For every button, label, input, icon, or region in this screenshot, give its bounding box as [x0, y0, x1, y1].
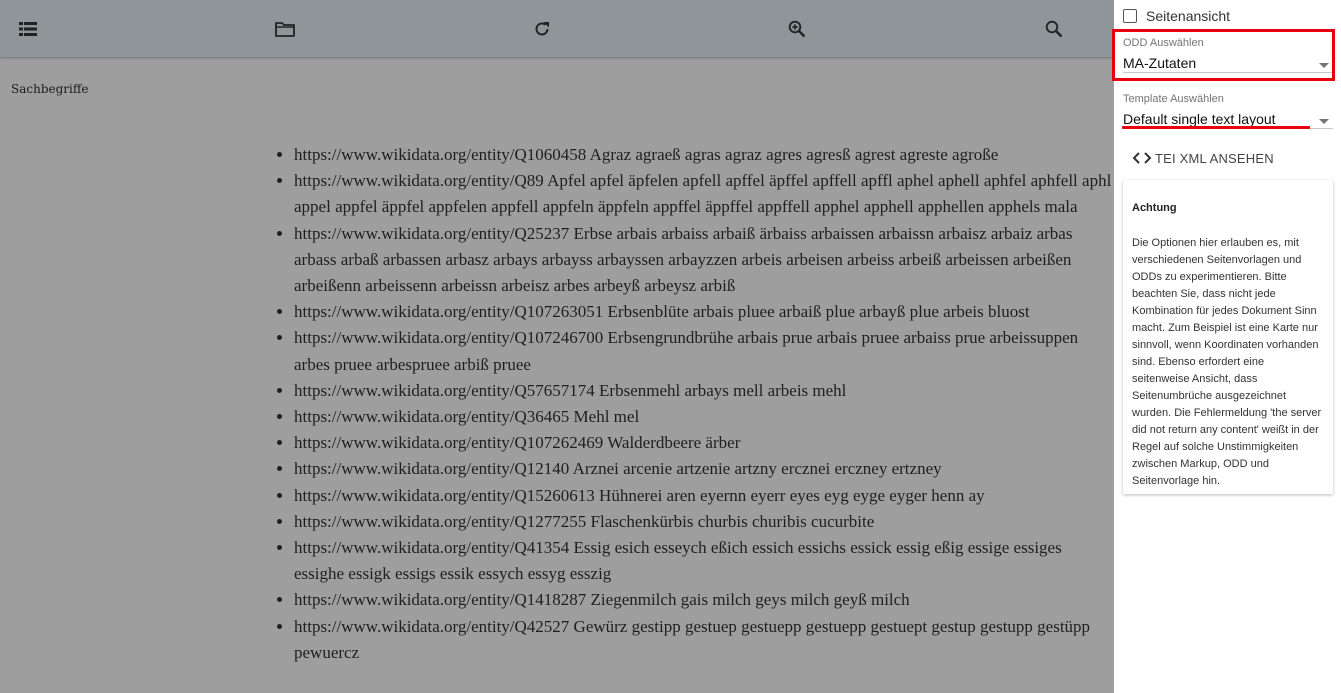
- template-highlight-underline: [1122, 126, 1310, 129]
- dropdown-arrow-icon: [1319, 119, 1329, 124]
- list-item: https://www.wikidata.org/entity/Q41354 E…: [294, 535, 1112, 587]
- toolbar: [0, 0, 1114, 57]
- template-select[interactable]: Template Auswählen Default single text l…: [1123, 93, 1333, 129]
- list-item: https://www.wikidata.org/entity/Q1060458…: [294, 142, 1112, 168]
- view-tei-xml-label: TEI XML ANSEHEN: [1155, 150, 1274, 166]
- list-item: https://www.wikidata.org/entity/Q25237 E…: [294, 221, 1112, 300]
- settings-sidebar: Seitenansicht ODD Auswählen MA-Zutaten T…: [1114, 0, 1341, 693]
- zoom-in-icon[interactable]: [782, 14, 812, 44]
- list-item: https://www.wikidata.org/entity/Q5765717…: [294, 378, 1112, 404]
- list-item: https://www.wikidata.org/entity/Q89 Apfe…: [294, 168, 1112, 220]
- search-icon[interactable]: [1039, 14, 1069, 44]
- list-item: https://www.wikidata.org/entity/Q1277255…: [294, 509, 1112, 535]
- document-view: Sachbegriffe https://www.wikidata.org/en…: [0, 0, 1114, 693]
- list-item: https://www.wikidata.org/entity/Q1526061…: [294, 483, 1112, 509]
- view-tei-xml-button[interactable]: TEI XML ANSEHEN: [1132, 147, 1274, 169]
- notice-card: Achtung Die Optionen hier erlauben es, m…: [1123, 180, 1333, 494]
- term-list: https://www.wikidata.org/entity/Q1060458…: [270, 142, 1112, 666]
- template-select-label: Template Auswählen: [1123, 93, 1224, 105]
- list-item: https://www.wikidata.org/entity/Q1072630…: [294, 299, 1112, 325]
- list-item: https://www.wikidata.org/entity/Q1072624…: [294, 430, 1112, 456]
- list-item: https://www.wikidata.org/entity/Q36465 M…: [294, 404, 1112, 430]
- menu-list-icon[interactable]: [13, 14, 43, 44]
- page-view-checkbox[interactable]: [1123, 9, 1137, 23]
- section-title: Sachbegriffe: [11, 82, 89, 96]
- template-select-value: Default single text layout: [1123, 111, 1276, 127]
- folder-icon[interactable]: [270, 14, 300, 44]
- reload-icon[interactable]: [527, 14, 557, 44]
- list-item: https://www.wikidata.org/entity/Q12140 A…: [294, 456, 1112, 482]
- notice-body: Die Optionen hier erlauben es, mit versc…: [1132, 237, 1322, 487]
- list-item: https://www.wikidata.org/entity/Q1418287…: [294, 587, 1112, 613]
- notice-title: Achtung: [1132, 202, 1177, 214]
- odd-highlight-box: [1112, 29, 1335, 81]
- list-item: https://www.wikidata.org/entity/Q1072467…: [294, 325, 1112, 377]
- list-item: https://www.wikidata.org/entity/Q42527 G…: [294, 614, 1112, 666]
- code-icon: [1132, 152, 1152, 164]
- page-view-label: Seitenansicht: [1146, 8, 1231, 24]
- page-view-toggle[interactable]: Seitenansicht: [1123, 6, 1230, 26]
